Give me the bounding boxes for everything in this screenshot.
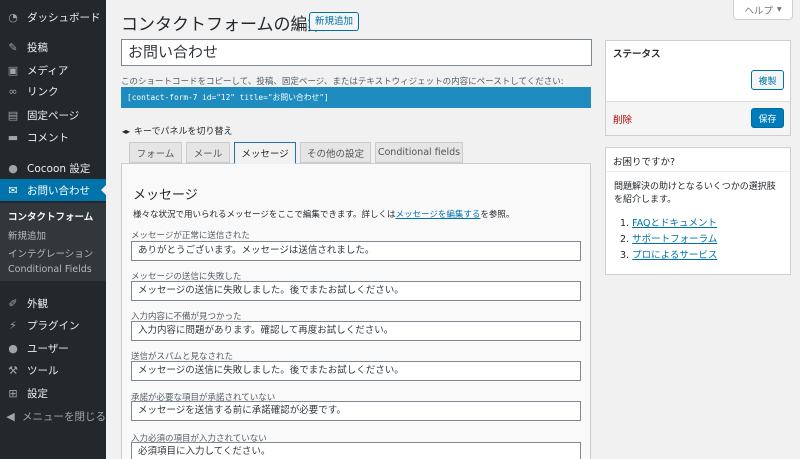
keyboard-hint: ◂▸ キーでパネルを切り替え (122, 127, 233, 137)
menu-contact[interactable]: ✉ お問い合わせ (0, 179, 106, 201)
submenu-add-new[interactable]: 新規追加 (8, 228, 46, 242)
menu-tools[interactable]: ⚒ ツール (0, 359, 106, 381)
menu-appearance[interactable]: ✐ 外観 (0, 292, 106, 314)
help-tab[interactable]: ヘルプ ▾ (733, 0, 793, 20)
page-title: コンタクトフォームの編集 (121, 15, 325, 35)
tab-mail[interactable]: メール (186, 142, 230, 163)
help-item: 2. サポートフォーラム (620, 234, 718, 245)
delete-link[interactable]: 削除 (613, 112, 632, 126)
comment-icon: ▬ (7, 130, 19, 144)
menu-comments[interactable]: ▬ コメント (0, 126, 106, 148)
pro-services-link[interactable]: プロによるサービス (632, 250, 717, 261)
help-description: 問題解決の助けとなるいくつかの選択肢を紹介します。 (614, 182, 776, 205)
menu-links[interactable]: ∞ リンク (0, 80, 106, 102)
menu-plugins[interactable]: ⚡ プラグイン (0, 314, 106, 336)
user-icon: ● (8, 341, 18, 355)
edit-messages-link[interactable]: メッセージを編集する (395, 210, 480, 220)
menu-dashboard[interactable]: ◔ ダッシュボード (0, 6, 106, 28)
faq-link[interactable]: FAQとドキュメント (632, 218, 717, 229)
media-icon: ▣ (7, 63, 19, 77)
support-forum-link[interactable]: サポートフォーラム (632, 234, 717, 245)
tab-conditional-fields[interactable]: Conditional fields (375, 142, 463, 163)
brush-icon: ✐ (8, 296, 18, 310)
collapse-menu[interactable]: ◀ メニューを閉じる (0, 405, 106, 427)
copy-button[interactable]: 複製 (751, 70, 784, 90)
settings-icon: ⊞ (8, 386, 18, 400)
page-icon: ▤ (7, 108, 19, 122)
dashboard-icon: ◔ (8, 10, 18, 24)
admin-sidebar: ◔ ダッシュボード ✎ 投稿 ▣ メディア ∞ リンク ▤ 固定ページ ▬ コメント ● Co… (0, 0, 106, 459)
help-title: お困りですか? (613, 157, 676, 168)
pin-icon: ✎ (8, 40, 18, 54)
add-new-button[interactable]: 新規追加 (309, 12, 360, 31)
arrows-icon: ◂▸ (122, 127, 131, 136)
form-title-input[interactable]: お問い合わせ (121, 39, 592, 66)
tab-form[interactable]: フォーム (129, 142, 182, 163)
menu-users[interactable]: ● ユーザー (0, 337, 106, 359)
status-title: ステータス (613, 49, 661, 60)
menu-pages[interactable]: ▤ 固定ページ (0, 104, 106, 126)
caret-down-icon: ▾ (776, 4, 782, 15)
panel-description: 様々な状況で用いられるメッセージをここで編集できます。詳しくはメッセージを編集す… (133, 210, 515, 220)
message-input[interactable]: 必須項目に入力してください。 (131, 442, 581, 459)
help-item: 1. FAQとドキュメント (620, 218, 718, 229)
submenu-integration[interactable]: インテグレーション (8, 246, 93, 260)
panel-heading: メッセージ (133, 188, 198, 203)
divider (606, 171, 790, 172)
submenu-conditional-fields[interactable]: Conditional Fields (8, 264, 92, 275)
collapse-icon: ◀ (6, 409, 15, 423)
message-input[interactable]: メッセージの送信に失敗しました。後でまたお試しください。 (131, 281, 581, 301)
message-input[interactable]: 入力内容に問題があります。確認して再度お試しください。 (131, 321, 581, 341)
menu-cocoon[interactable]: ● Cocoon 設定 (0, 157, 106, 179)
save-button[interactable]: 保存 (751, 108, 784, 128)
menu-media[interactable]: ▣ メディア (0, 59, 106, 81)
shortcode-description: このショートコードをコピーして、投稿、固定ページ、またはテキストウィジェットの内… (121, 77, 564, 87)
contact-submenu: コンタクトフォーム 新規追加 インテグレーション Conditional Fie… (0, 203, 106, 281)
tab-messages[interactable]: メッセージ (234, 142, 296, 164)
help-item: 3. プロによるサービス (620, 250, 718, 261)
submenu-contact-form[interactable]: コンタクトフォーム (8, 209, 93, 223)
menu-settings[interactable]: ⊞ 設定 (0, 382, 106, 404)
cocoon-icon: ● (8, 161, 18, 175)
mail-icon: ✉ (8, 183, 18, 197)
field-label: メッセージが正常に送信された (131, 231, 250, 241)
message-input[interactable]: メッセージを送信する前に承諾確認が必要です。 (131, 401, 581, 421)
tool-icon: ⚒ (8, 363, 18, 377)
message-input[interactable]: ありがとうございます。メッセージは送信されました。 (131, 241, 581, 261)
link-icon: ∞ (8, 84, 18, 98)
plugin-icon: ⚡ (9, 318, 17, 332)
message-input[interactable]: メッセージの送信に失敗しました。後でまたお試しください。 (131, 361, 581, 381)
menu-posts[interactable]: ✎ 投稿 (0, 36, 106, 58)
tab-additional-settings[interactable]: その他の設定 (300, 142, 371, 163)
shortcode-field[interactable]: [contact-form-7 id="12" title="お問い合わせ"] (121, 87, 591, 108)
